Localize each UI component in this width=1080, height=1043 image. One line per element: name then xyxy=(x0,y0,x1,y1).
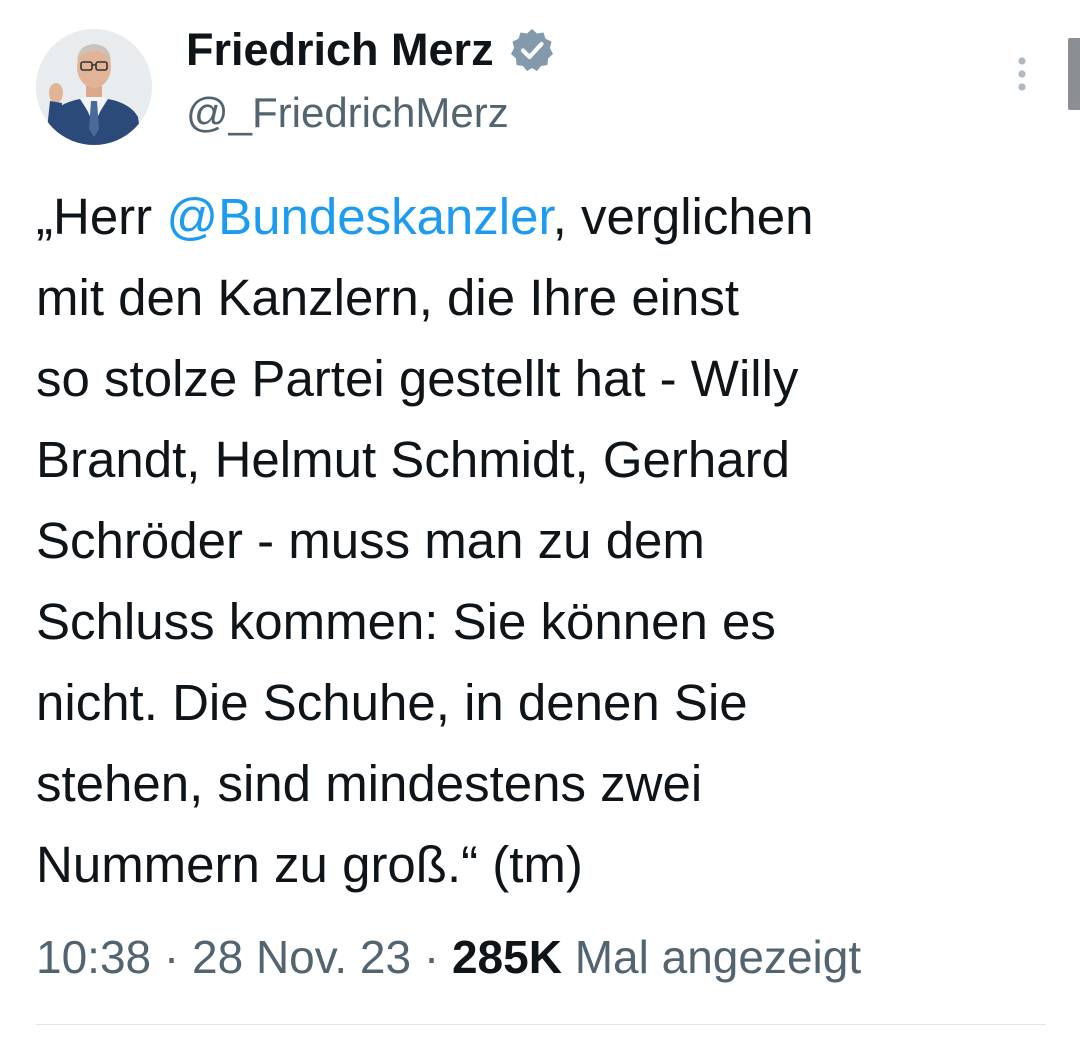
tweet-text-segment: , verglichen xyxy=(552,188,814,245)
author-display-name[interactable]: Friedrich Merz xyxy=(186,24,494,76)
author-handle[interactable]: @_FriedrichMerz xyxy=(186,89,509,137)
tweet-line: nicht. Die Schuhe, in denen Sie xyxy=(36,674,748,731)
tweet-text-segment: „Herr xyxy=(36,188,167,245)
avatar[interactable] xyxy=(36,29,152,145)
tweet-time[interactable]: 10:38 xyxy=(36,931,151,983)
tweet-text: „Herr @Bundeskanzler, verglichen mit den… xyxy=(36,176,1046,905)
tweet-line: Schröder - muss man zu dem xyxy=(36,512,705,569)
tweet-line: so stolze Partei gestellt hat - Willy xyxy=(36,350,799,407)
tweet-date[interactable]: 28 Nov. 23 xyxy=(192,931,411,983)
tweet-line: „Herr @Bundeskanzler, verglichen xyxy=(36,176,1046,257)
verified-badge-icon[interactable] xyxy=(508,26,556,74)
tweet-line: stehen, sind mindestens zwei xyxy=(36,755,703,812)
more-vertical-icon[interactable] xyxy=(1008,56,1036,94)
views-label: Mal angezeigt xyxy=(561,931,862,983)
tweet-line: Nummern zu groß.“ (tm) xyxy=(36,836,583,893)
tweet-line: Brandt, Helmut Schmidt, Gerhard xyxy=(36,431,790,488)
tweet-meta: 10:38 · 28 Nov. 23 · 285K Mal angezeigt xyxy=(36,926,861,988)
scrollbar-thumb[interactable] xyxy=(1068,38,1080,110)
author-name-row[interactable]: Friedrich Merz xyxy=(186,22,556,78)
profile-photo xyxy=(36,29,152,145)
tweet-line: Schluss kommen: Sie können es xyxy=(36,593,776,650)
meta-separator: · xyxy=(411,931,452,983)
meta-separator: · xyxy=(151,931,193,983)
views-count: 285K xyxy=(451,931,562,983)
divider xyxy=(36,1024,1046,1025)
tweet-line: mit den Kanzlern, die Ihre einst xyxy=(36,269,740,326)
mention-link[interactable]: @Bundeskanzler xyxy=(166,188,552,245)
